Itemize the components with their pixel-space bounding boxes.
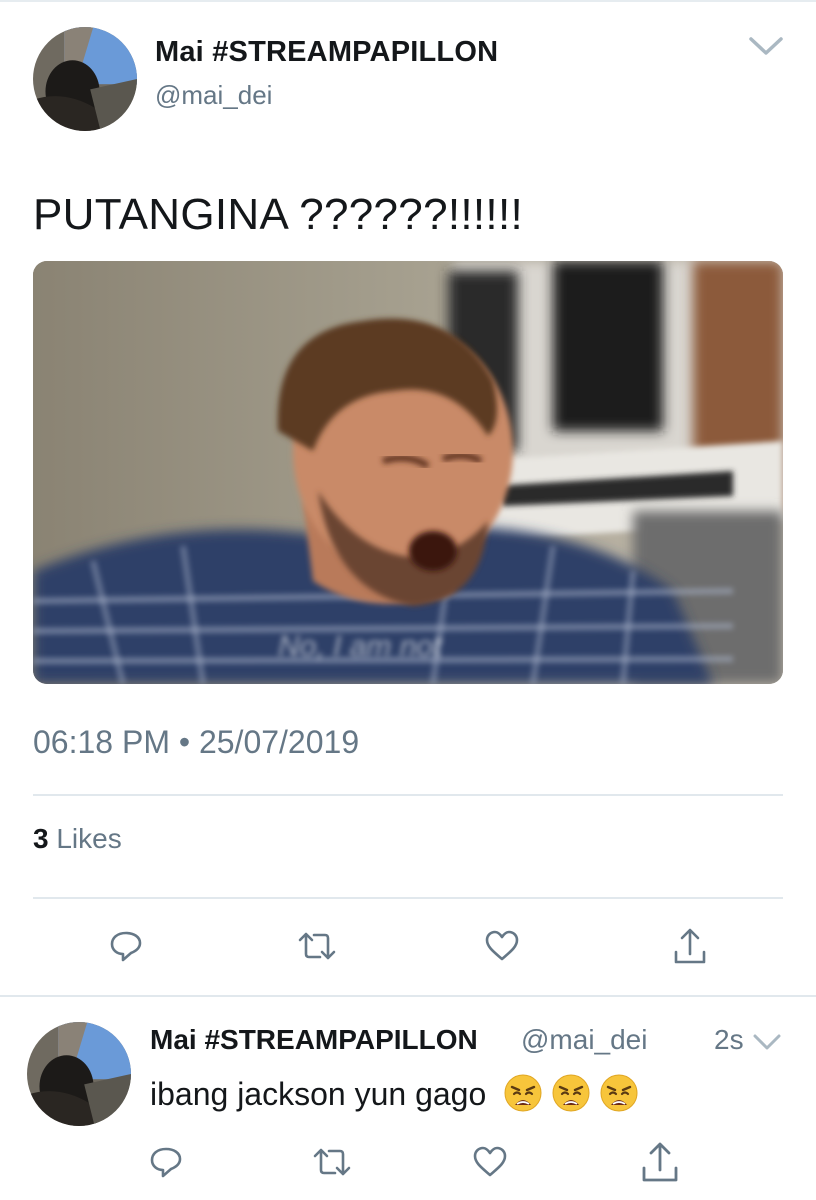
reply-author-avatar[interactable] bbox=[27, 1022, 131, 1126]
media-picture: No, I am not bbox=[33, 261, 783, 684]
tweet-timestamp[interactable]: 06:18 PM • 25/07/2019 bbox=[33, 724, 359, 761]
share-icon[interactable] bbox=[670, 924, 710, 968]
divider bbox=[33, 897, 783, 899]
chevron-down-icon[interactable] bbox=[748, 34, 784, 58]
retweet-icon[interactable] bbox=[310, 1142, 354, 1182]
tweet-separator bbox=[0, 995, 816, 997]
divider bbox=[33, 794, 783, 796]
weary-face-emoji bbox=[599, 1073, 639, 1113]
retweet-icon[interactable] bbox=[295, 926, 339, 966]
likes-number: 3 bbox=[33, 823, 49, 854]
author-handle[interactable]: @mai_dei bbox=[155, 80, 272, 111]
reply-author-handle[interactable]: @mai_dei bbox=[521, 1024, 647, 1056]
share-icon[interactable] bbox=[638, 1138, 682, 1186]
weary-face-emoji bbox=[503, 1073, 543, 1113]
reply-text-line: ibang jackson yun gago bbox=[150, 1073, 639, 1113]
like-icon[interactable] bbox=[482, 926, 522, 966]
reply-text: ibang jackson yun gago bbox=[150, 1076, 487, 1112]
like-icon[interactable] bbox=[470, 1142, 510, 1182]
chevron-down-icon[interactable] bbox=[752, 1032, 782, 1052]
reply-icon[interactable] bbox=[146, 1142, 186, 1182]
author-display-name[interactable]: Mai #STREAMPAPILLON bbox=[155, 36, 498, 69]
author-avatar[interactable] bbox=[33, 27, 137, 131]
top-divider bbox=[0, 0, 816, 2]
likes-count[interactable]: 3 Likes bbox=[33, 823, 122, 855]
likes-label: Likes bbox=[56, 823, 122, 854]
avatar-image bbox=[33, 27, 137, 131]
reply-timestamp[interactable]: 2s bbox=[714, 1024, 744, 1056]
tweet-text: PUTANGINA ??????!!!!!! bbox=[33, 190, 523, 239]
reply-icon[interactable] bbox=[106, 926, 146, 966]
weary-face-emoji bbox=[551, 1073, 591, 1113]
avatar-image bbox=[27, 1022, 131, 1126]
media-caption: No, I am not bbox=[278, 630, 443, 663]
reply-author-display-name[interactable]: Mai #STREAMPAPILLON bbox=[150, 1024, 478, 1056]
tweet-media-image[interactable]: No, I am not bbox=[33, 261, 783, 684]
